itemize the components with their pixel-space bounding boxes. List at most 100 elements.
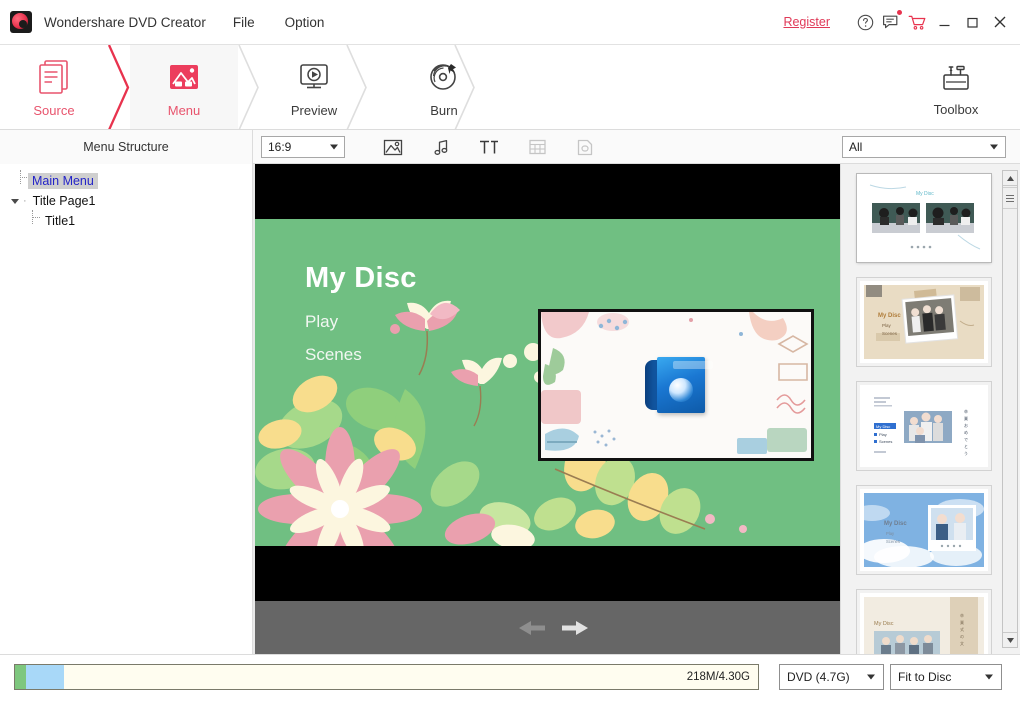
svg-text:で: で <box>964 437 968 442</box>
step-divider-1 <box>108 45 132 130</box>
scroll-down-button[interactable] <box>1003 632 1017 647</box>
tree-node-main-menu[interactable]: Main Menu <box>0 171 252 191</box>
svg-text:Play: Play <box>886 531 895 536</box>
video-thumbnail[interactable] <box>538 309 814 461</box>
svg-text:Scenes: Scenes <box>879 439 892 444</box>
tree-node-title1[interactable]: Title1 <box>0 211 252 231</box>
menu-item-play[interactable]: Play <box>305 312 338 332</box>
quality-select[interactable]: Fit to Disc <box>890 664 1002 690</box>
preview-nav-strip <box>255 601 840 654</box>
tree-node-label: Title1 <box>41 213 79 229</box>
svg-text:文: 文 <box>960 640 964 646</box>
shopping-cart-icon[interactable] <box>904 7 930 37</box>
template-filter-select[interactable]: All <box>842 136 1006 158</box>
template-item-4[interactable]: My Disc Play Scenes <box>857 486 991 574</box>
menu-preview-panel: My Disc Play Scenes <box>253 164 840 654</box>
quality-value: Fit to Disc <box>898 670 951 684</box>
svg-text:業: 業 <box>960 619 964 625</box>
menu-canvas[interactable]: My Disc Play Scenes <box>255 219 840 546</box>
svg-text:My Disc: My Disc <box>884 521 907 527</box>
disc-burn-icon <box>424 57 464 97</box>
capacity-label: 218M/4.30G <box>687 671 750 683</box>
scrollbar-thumb[interactable] <box>1003 187 1017 209</box>
sub-toolbar: Menu Structure 16:9 <box>0 130 1020 164</box>
disc-capacity-bar: 218M/4.30G <box>14 664 759 690</box>
next-page-arrow[interactable] <box>560 618 590 638</box>
svg-text:う: う <box>964 450 968 456</box>
step-divider-2 <box>238 45 262 130</box>
scroll-up-button[interactable] <box>1003 171 1017 186</box>
template-item-5[interactable]: 卒業式の文 My Disc <box>857 590 991 654</box>
background-music-icon[interactable] <box>428 134 454 160</box>
step-burn[interactable]: Burn <box>390 45 498 130</box>
chevron-down-icon <box>867 675 875 680</box>
step-source[interactable]: Source <box>0 45 108 130</box>
step-preview-label: Preview <box>291 103 337 118</box>
feedback-chat-icon[interactable] <box>878 7 904 37</box>
save-template-icon <box>572 134 598 160</box>
image-menu-icon <box>164 57 204 97</box>
disc-type-value: DVD (4.7G) <box>787 670 850 684</box>
step-preview[interactable]: Preview <box>260 45 368 130</box>
template-item-2[interactable]: My Disc Play Scenes <box>857 278 991 366</box>
background-image-icon[interactable] <box>380 134 406 160</box>
minimize-button[interactable] <box>930 0 958 45</box>
text-tool-icon[interactable] <box>476 134 502 160</box>
svg-text:業: 業 <box>964 415 968 421</box>
capacity-segment-video <box>26 665 64 689</box>
menu-structure-header: Menu Structure <box>0 130 253 164</box>
svg-text:の: の <box>960 634 964 639</box>
disc-type-select[interactable]: DVD (4.7G) <box>779 664 884 690</box>
menu-option[interactable]: Option <box>282 13 328 32</box>
step-ribbon: Source Menu <box>0 45 1020 130</box>
toolbox-button[interactable]: Toolbox <box>906 45 1006 130</box>
status-bar: 218M/4.30G DVD (4.7G) Fit to Disc <box>0 654 1020 701</box>
template-scrollbar[interactable] <box>1002 170 1018 648</box>
step-burn-label: Burn <box>430 103 457 118</box>
svg-text:卒: 卒 <box>964 408 968 414</box>
toolbox-icon <box>936 58 976 96</box>
svg-text:My Disc: My Disc <box>916 191 934 197</box>
chevron-down-icon <box>330 145 338 150</box>
app-title: Wondershare DVD Creator <box>44 15 206 30</box>
expand-chevron-icon[interactable] <box>8 191 22 211</box>
menu-file[interactable]: File <box>230 13 258 32</box>
tree-node-title-page1[interactable]: · Title Page1 <box>0 191 252 211</box>
tree-node-label: Title Page1 <box>29 193 100 209</box>
menu-title-text[interactable]: My Disc <box>305 262 417 295</box>
help-circle-icon[interactable] <box>852 7 878 37</box>
maximize-button[interactable] <box>958 0 986 45</box>
chevron-down-icon <box>985 675 993 680</box>
svg-text:め: め <box>964 430 968 435</box>
menu-item-scenes[interactable]: Scenes <box>305 345 362 365</box>
documents-icon <box>35 57 73 97</box>
svg-text:お: お <box>964 422 968 428</box>
aspect-ratio-select[interactable]: 16:9 <box>261 136 345 158</box>
previous-page-arrow[interactable] <box>517 618 547 638</box>
template-list: My Disc <box>841 164 1007 654</box>
template-filter-value: All <box>849 140 862 154</box>
svg-text:と: と <box>964 444 968 449</box>
close-button[interactable] <box>986 0 1014 45</box>
svg-text:Play: Play <box>879 432 887 437</box>
svg-text:My Disc: My Disc <box>874 621 894 627</box>
svg-text:Scenes: Scenes <box>882 331 898 336</box>
template-item-1[interactable]: My Disc <box>857 174 991 262</box>
step-menu[interactable]: Menu <box>130 45 238 130</box>
menu-structure-tree: Main Menu · Title Page1 Title1 <box>0 164 253 654</box>
register-link[interactable]: Register <box>783 15 830 29</box>
notification-badge <box>897 10 902 15</box>
svg-text:My Disc: My Disc <box>876 424 890 429</box>
template-item-3[interactable]: My Disc Play Scenes 卒業お めでとう <box>857 382 991 470</box>
svg-text:Play: Play <box>882 323 892 328</box>
template-panel: My Disc <box>840 164 1020 654</box>
aspect-ratio-value: 16:9 <box>268 140 291 154</box>
step-list: Source Menu <box>0 45 498 130</box>
capacity-segment-menu <box>15 665 26 689</box>
tree-bullet: · <box>23 195 27 207</box>
svg-text:Scenes: Scenes <box>886 539 900 544</box>
svg-text:式: 式 <box>960 626 964 632</box>
preview-stage: My Disc Play Scenes <box>255 164 840 654</box>
thumbnail-grid-icon <box>524 134 550 160</box>
tree-node-label: Main Menu <box>28 173 98 189</box>
